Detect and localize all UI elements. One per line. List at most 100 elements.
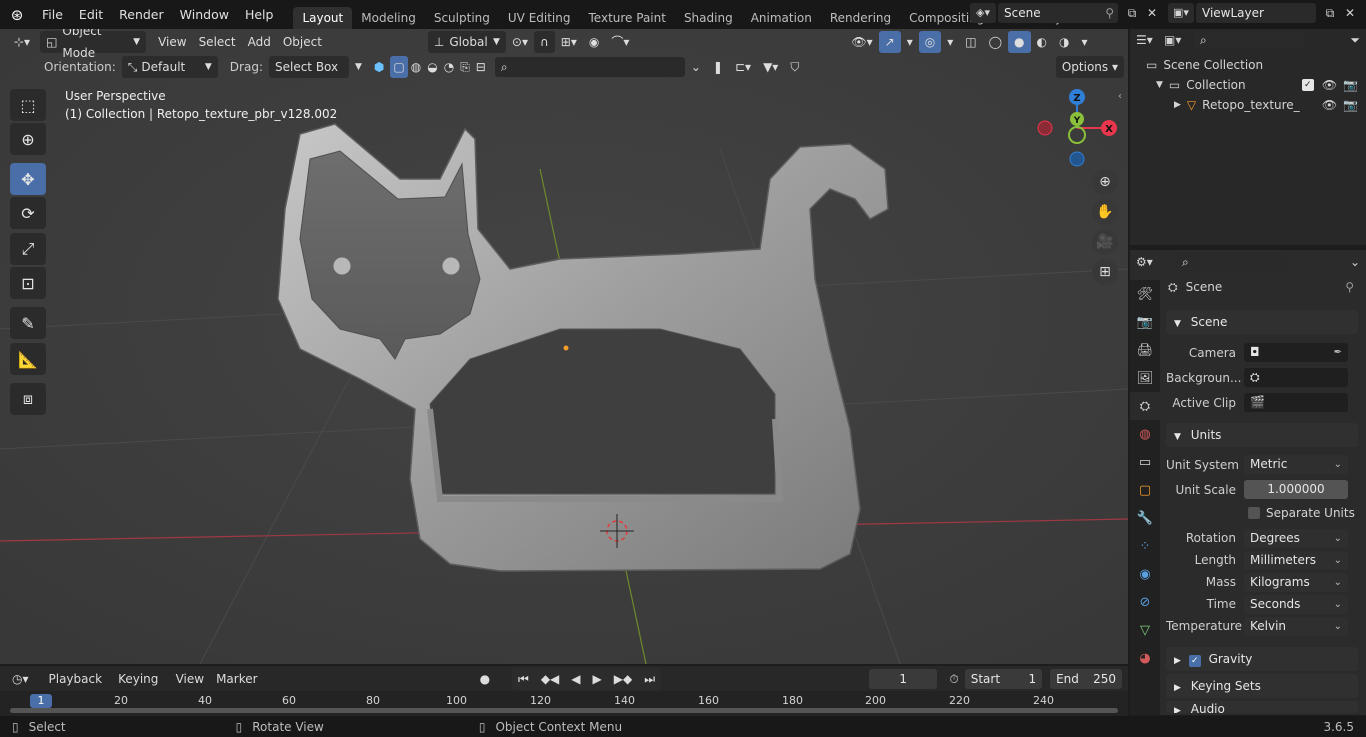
scene-panel-header[interactable]: ▼ Scene xyxy=(1166,310,1358,334)
expand-arrow-icon[interactable]: ▶ xyxy=(1174,100,1181,110)
tab-constraints[interactable]: ⊘ xyxy=(1130,588,1160,616)
scene-name-field[interactable]: Scene ⚲ xyxy=(998,3,1118,23)
select-lattice-icon[interactable]: ⊟ xyxy=(473,56,489,78)
gizmo-toggle-icon[interactable]: ↗ xyxy=(878,30,901,53)
drag-dropdown[interactable]: Select Box xyxy=(268,56,349,78)
remove-viewlayer-icon[interactable]: ✕ xyxy=(1340,6,1360,20)
menu-view[interactable]: View xyxy=(152,31,192,53)
filter-dropdown-icon[interactable]: ⌄ xyxy=(685,56,707,78)
separate-units-checkbox[interactable] xyxy=(1248,507,1260,519)
tab-collection[interactable]: ▭ xyxy=(1130,448,1160,476)
units-panel-header[interactable]: ▼ Units xyxy=(1166,423,1358,447)
pan-button[interactable]: ✋ xyxy=(1092,199,1118,225)
checkbox-icon[interactable]: ✓ xyxy=(1301,79,1314,91)
options-dropdown-icon[interactable]: ⌄ xyxy=(1350,255,1360,269)
tab-data[interactable]: ▽ xyxy=(1130,616,1160,644)
camera-restrict-icon[interactable]: 📷 xyxy=(1343,78,1358,92)
pin-icon[interactable]: ⚲ xyxy=(1105,3,1114,23)
tool-cursor[interactable]: ⊕ xyxy=(10,123,46,155)
record-icon[interactable]: ● ▾ xyxy=(474,668,504,708)
collapse-sidebar-icon[interactable]: ‹ xyxy=(1118,91,1122,102)
filter-icon[interactable]: ▼▾ xyxy=(757,56,784,78)
overlay-toggle-icon[interactable]: ◎ xyxy=(918,30,942,53)
viewlayer-name-field[interactable]: ViewLayer xyxy=(1196,3,1316,23)
tool-move[interactable]: ✥ xyxy=(10,163,46,195)
prev-keyframe-icon[interactable]: ◆◀ xyxy=(535,668,565,690)
tab-particles[interactable]: ⁘ xyxy=(1130,532,1160,560)
orientation-dropdown[interactable]: ⤡ Default ▼ xyxy=(121,56,218,78)
length-dropdown[interactable]: Millimeters ⌄ xyxy=(1244,550,1348,570)
marker-menu[interactable]: Marker xyxy=(210,668,263,690)
eyedropper-icon[interactable]: ✒ xyxy=(1334,343,1342,362)
tab-uv-editing[interactable]: UV Editing xyxy=(499,7,580,29)
rendered-shading-icon[interactable]: ◑ xyxy=(1053,31,1075,53)
tool-measure[interactable]: 📐 xyxy=(10,343,46,375)
editor-type-icon[interactable]: ⊹▾ xyxy=(8,31,36,53)
tab-object[interactable]: ▢ xyxy=(1130,476,1160,504)
filter-icon[interactable]: ⏷ xyxy=(1350,33,1360,48)
tool-add-cube[interactable]: ⧈ xyxy=(10,383,46,415)
mass-dropdown[interactable]: Kilograms ⌄ xyxy=(1244,572,1348,592)
menu-edit[interactable]: Edit xyxy=(71,7,111,22)
menu-add[interactable]: Add xyxy=(242,31,277,53)
editor-type-icon[interactable]: ⚙▾ xyxy=(1136,255,1176,269)
xray-icon[interactable]: ◫ xyxy=(959,31,982,53)
gizmo-neg-x[interactable] xyxy=(1037,120,1053,136)
tab-shading[interactable]: Shading xyxy=(675,7,742,29)
start-frame-field[interactable]: Start 1 xyxy=(964,668,1043,689)
outliner-row-collection[interactable]: ▼ ▭ Collection ✓ 👁 📷 xyxy=(1130,75,1366,95)
tab-layout[interactable]: Layout xyxy=(293,7,353,29)
tab-output[interactable]: 🖨 xyxy=(1130,336,1160,364)
menu-render[interactable]: Render xyxy=(111,7,172,22)
tab-modifiers[interactable]: 🔧 xyxy=(1130,504,1160,532)
editor-type-icon[interactable]: ☰▾ xyxy=(1136,33,1164,47)
transform-orientation-dropdown[interactable]: ⊥ Global ▼ xyxy=(427,30,506,53)
material-shading-icon[interactable]: ◐ xyxy=(1031,31,1053,53)
tool-select-box[interactable]: ⬚ xyxy=(10,89,46,121)
tab-scene[interactable]: ⛭ xyxy=(1130,392,1160,420)
camera-field[interactable]: ◘ ✒ xyxy=(1244,343,1348,362)
jump-start-icon[interactable]: ⏮ xyxy=(512,668,535,690)
tab-rendering[interactable]: Rendering xyxy=(821,7,900,29)
play-reverse-icon[interactable]: ◀ xyxy=(565,668,586,690)
shield-icon[interactable]: ⛉ xyxy=(784,56,805,78)
gizmo-neg-z[interactable] xyxy=(1069,151,1085,167)
stopwatch-icon[interactable]: ⏱ xyxy=(943,668,964,690)
tab-render[interactable]: 📷 xyxy=(1130,308,1160,336)
camera-restrict-icon[interactable]: 📷 xyxy=(1343,98,1358,112)
end-frame-field[interactable]: End 250 xyxy=(1050,668,1122,689)
select-meta-icon[interactable]: ◔ xyxy=(441,56,457,78)
gizmo-dropdown-icon[interactable]: ▾ xyxy=(901,31,919,53)
select-armature-icon[interactable]: ⎘ xyxy=(457,56,473,78)
new-scene-icon[interactable]: ⧉ xyxy=(1122,6,1142,21)
playhead[interactable]: 1 xyxy=(30,694,52,708)
scene-icon[interactable]: ◈▾ xyxy=(970,3,996,23)
falloff-icon[interactable]: ⌒▾ xyxy=(605,31,635,53)
audio-panel-header[interactable]: ▶ Audio xyxy=(1166,701,1358,713)
gravity-panel-header[interactable]: ▶ ✓ Gravity xyxy=(1166,647,1358,671)
timeline-view-menu[interactable]: View xyxy=(170,668,210,690)
pin-icon[interactable]: ⚲ xyxy=(1345,280,1354,294)
menu-object[interactable]: Object xyxy=(277,31,328,53)
tab-view-layer[interactable]: 🖼 xyxy=(1130,364,1160,392)
outliner-search-input[interactable]: ⌕ xyxy=(1194,31,1304,49)
menu-help[interactable]: Help xyxy=(237,7,282,22)
timeline-scrollbar[interactable] xyxy=(10,708,1118,713)
menu-file[interactable]: File xyxy=(34,7,71,22)
rotation-dropdown[interactable]: Degrees ⌄ xyxy=(1244,528,1348,548)
menu-window[interactable]: Window xyxy=(172,7,237,22)
current-frame-field[interactable]: 1 xyxy=(869,668,938,689)
expand-arrow-icon[interactable]: ▼ xyxy=(1156,80,1163,90)
eye-icon[interactable]: 👁 xyxy=(1322,98,1337,112)
bookmark-icon[interactable]: ❚ xyxy=(707,56,729,78)
search-input[interactable]: ⌕ xyxy=(494,57,685,77)
snap-target-icon[interactable]: ⊞▾ xyxy=(555,31,583,53)
active-clip-field[interactable]: 🎬 xyxy=(1244,393,1348,412)
wireframe-shading-icon[interactable]: ◯ xyxy=(983,31,1008,53)
tab-tool[interactable]: 🛠 xyxy=(1130,280,1160,308)
mode-dropdown[interactable]: ◱ Object Mode ▼ xyxy=(40,29,147,60)
visibility-icon[interactable]: 👁▾ xyxy=(845,31,878,53)
unit-system-dropdown[interactable]: Metric ⌄ xyxy=(1244,455,1348,474)
keying-menu[interactable]: Keying ▾ xyxy=(112,668,170,708)
temperature-dropdown[interactable]: Kelvin ⌄ xyxy=(1244,616,1348,636)
